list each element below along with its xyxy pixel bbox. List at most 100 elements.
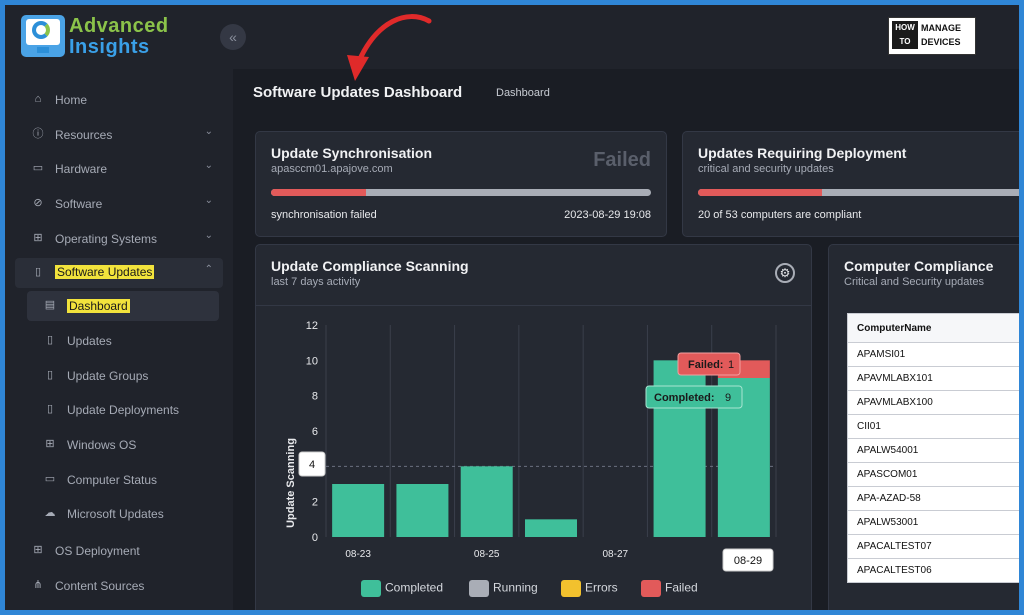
app-window: Advanced Insights « HOW TO MANAGE DEVICE… bbox=[0, 0, 1024, 615]
sidebar-item-resources[interactable]: ⓘ Resources ⌄ bbox=[15, 120, 223, 150]
sidebar-item-label: Operating Systems bbox=[55, 232, 158, 246]
table-row[interactable]: APAMSI01 bbox=[847, 342, 1019, 367]
sidebar-item-software-updates[interactable]: ▯ Software Updates ⌃ bbox=[15, 258, 223, 288]
document-icon: ▯ bbox=[34, 266, 42, 278]
main-content: Software Updates Dashboard Dashboard Upd… bbox=[233, 14, 1019, 610]
sidebar-item-microsoft-updates[interactable]: ☁ Microsoft Updates bbox=[15, 499, 223, 529]
sync-status-text: synchronisation failed bbox=[271, 209, 377, 221]
sidebar-item-software[interactable]: ⊘ Software ⌄ bbox=[15, 189, 223, 219]
sidebar-item-windows-os[interactable]: ⊞ Windows OS bbox=[15, 430, 223, 460]
updates-requiring-deployment-card: Updates Requiring Deployment critical an… bbox=[682, 131, 1019, 237]
y-tick-label: 6 bbox=[312, 426, 318, 438]
computer-name-cell: CII01 bbox=[847, 414, 1019, 439]
x-tick-label: 08-23 bbox=[345, 549, 371, 560]
card-title: Computer Compliance bbox=[844, 258, 994, 274]
bar-completed-08-26[interactable] bbox=[525, 519, 577, 537]
bar-completed-08-24[interactable] bbox=[396, 484, 449, 537]
windows-icon: ⊞ bbox=[45, 438, 55, 450]
tooltip-completed-label: Completed: bbox=[654, 392, 715, 404]
column-header-computername[interactable]: ComputerName bbox=[847, 313, 1019, 343]
computer-name-cell: APAVMLABX101 bbox=[847, 366, 1019, 391]
info-icon: ⓘ bbox=[32, 128, 44, 140]
collapse-sidebar-button[interactable]: « bbox=[220, 24, 246, 50]
how-to-manage-devices-watermark: HOW TO MANAGE DEVICES bbox=[888, 17, 976, 55]
update-synchronisation-card: Update Synchronisation apasccm01.apajove… bbox=[255, 131, 667, 237]
sidebar-item-label: Updates bbox=[67, 334, 112, 348]
sidebar-item-hardware[interactable]: ▭ Hardware ⌄ bbox=[15, 154, 223, 184]
breadcrumb[interactable]: Dashboard bbox=[496, 87, 550, 99]
x-tick-label: 08-25 bbox=[474, 549, 500, 560]
bar-completed-08-25[interactable] bbox=[460, 466, 513, 537]
table-row[interactable]: APALW54001 bbox=[847, 438, 1019, 463]
table-row[interactable]: CII01 bbox=[847, 414, 1019, 439]
gear-icon[interactable]: ⚙ bbox=[775, 263, 795, 283]
sidebar-item-label: OS Deployment bbox=[55, 544, 140, 558]
home-icon: ⌂ bbox=[34, 93, 42, 105]
table-body: APAMSI01 APAVMLABX101 APAVMLABX100 CII01 APA… bbox=[847, 342, 1019, 583]
sidebar-item-update-deployments[interactable]: ▯ Update Deployments bbox=[15, 395, 223, 425]
chevron-down-icon: ⌄ bbox=[204, 160, 213, 171]
sidebar-item-label: Software Updates bbox=[55, 265, 155, 279]
computer-compliance-table: ComputerName APAMSI01 APAVMLABX101 APAVMLA… bbox=[847, 313, 1019, 583]
bar-completed-08-23[interactable] bbox=[332, 484, 385, 537]
software-icon: ⊘ bbox=[33, 197, 43, 209]
table-row[interactable]: APA-AZAD-58 bbox=[847, 486, 1019, 511]
sidebar-item-dashboard[interactable]: ▤ Dashboard bbox=[27, 291, 219, 321]
card-subtitle: apasccm01.apajove.com bbox=[271, 163, 393, 175]
legend-item-errors[interactable]: Errors bbox=[561, 580, 618, 597]
card-title: Update Synchronisation bbox=[271, 145, 433, 161]
x-tick-label: 08-27 bbox=[602, 549, 628, 560]
sidebar-item-update-groups[interactable]: ▯ Update Groups bbox=[15, 361, 223, 391]
watermark-how: HOW TO bbox=[892, 21, 918, 49]
chevron-down-icon: ⌄ bbox=[204, 126, 213, 137]
tooltip-failed-label: Failed: bbox=[688, 359, 723, 371]
hardware-icon: ▭ bbox=[32, 162, 44, 174]
card-subtitle: critical and security updates bbox=[698, 163, 834, 175]
table-row[interactable]: APAVMLABX100 bbox=[847, 390, 1019, 415]
brand-name-line2: Insights bbox=[69, 36, 150, 58]
document-icon: ▯ bbox=[46, 334, 54, 346]
monitor-icon: ▭ bbox=[44, 473, 56, 485]
table-row[interactable]: APAVMLABX101 bbox=[847, 366, 1019, 391]
annotation-arrow-icon bbox=[347, 14, 432, 81]
y-axis-label: Update Scanning bbox=[285, 438, 297, 528]
sync-progress-fill bbox=[271, 189, 366, 196]
legend-item-completed[interactable]: Completed bbox=[361, 580, 443, 597]
sidebar-item-label: Windows OS bbox=[67, 438, 137, 452]
legend-item-running[interactable]: Running bbox=[469, 580, 538, 597]
computer-name-cell: APASCOM01 bbox=[847, 462, 1019, 487]
sidebar-item-computer-status[interactable]: ▭ Computer Status bbox=[15, 465, 223, 495]
computer-name-cell: APACALTEST07 bbox=[847, 534, 1019, 559]
share-icon: ⋔ bbox=[33, 579, 43, 591]
table-row[interactable]: APALW53001 bbox=[847, 510, 1019, 535]
sidebar: ⌂ Home ⓘ Resources ⌄ ▭ Hardware ⌄ ⊘ Soft… bbox=[5, 69, 233, 610]
y-marker-value: 4 bbox=[309, 459, 315, 471]
card-subtitle: Critical and Security updates bbox=[844, 276, 985, 288]
sidebar-item-label: Dashboard bbox=[67, 299, 130, 313]
top-bar: Advanced Insights « HOW TO MANAGE DEVICE… bbox=[5, 5, 1019, 69]
sidebar-item-label: Update Groups bbox=[67, 369, 149, 383]
sidebar-item-operating-systems[interactable]: ⊞ Operating Systems ⌄ bbox=[15, 224, 223, 254]
card-title: Update Compliance Scanning bbox=[271, 258, 469, 274]
sidebar-item-label: Microsoft Updates bbox=[67, 507, 164, 521]
sidebar-item-home[interactable]: ⌂ Home bbox=[15, 85, 223, 115]
sidebar-item-os-deployment[interactable]: ⊞ OS Deployment bbox=[15, 536, 223, 566]
sidebar-item-label: Hardware bbox=[55, 162, 108, 176]
sidebar-item-content-sources[interactable]: ⋔ Content Sources bbox=[15, 571, 223, 601]
y-tick-label: 12 bbox=[306, 320, 318, 332]
sidebar-item-label: Software bbox=[55, 197, 103, 211]
advanced-insights-logo-icon bbox=[21, 15, 65, 57]
table-row[interactable]: APACALTEST07 bbox=[847, 534, 1019, 559]
table-row[interactable]: APASCOM01 bbox=[847, 462, 1019, 487]
sidebar-item-updates[interactable]: ▯ Updates bbox=[15, 326, 223, 356]
watermark-devices: DEVICES bbox=[921, 37, 961, 47]
card-subtitle: last 7 days activity bbox=[271, 276, 361, 288]
table-row[interactable]: APACALTEST06 bbox=[847, 558, 1019, 583]
legend-item-failed[interactable]: Failed bbox=[641, 580, 698, 597]
computer-compliance-card: Computer Compliance Critical and Securit… bbox=[828, 244, 1019, 610]
document-icon: ▯ bbox=[46, 369, 54, 381]
sidebar-item-label: Resources bbox=[55, 128, 113, 142]
chevron-down-icon: ⌄ bbox=[204, 195, 213, 206]
y-tick-label: 10 bbox=[306, 355, 318, 367]
computer-name-cell: APACALTEST06 bbox=[847, 558, 1019, 583]
